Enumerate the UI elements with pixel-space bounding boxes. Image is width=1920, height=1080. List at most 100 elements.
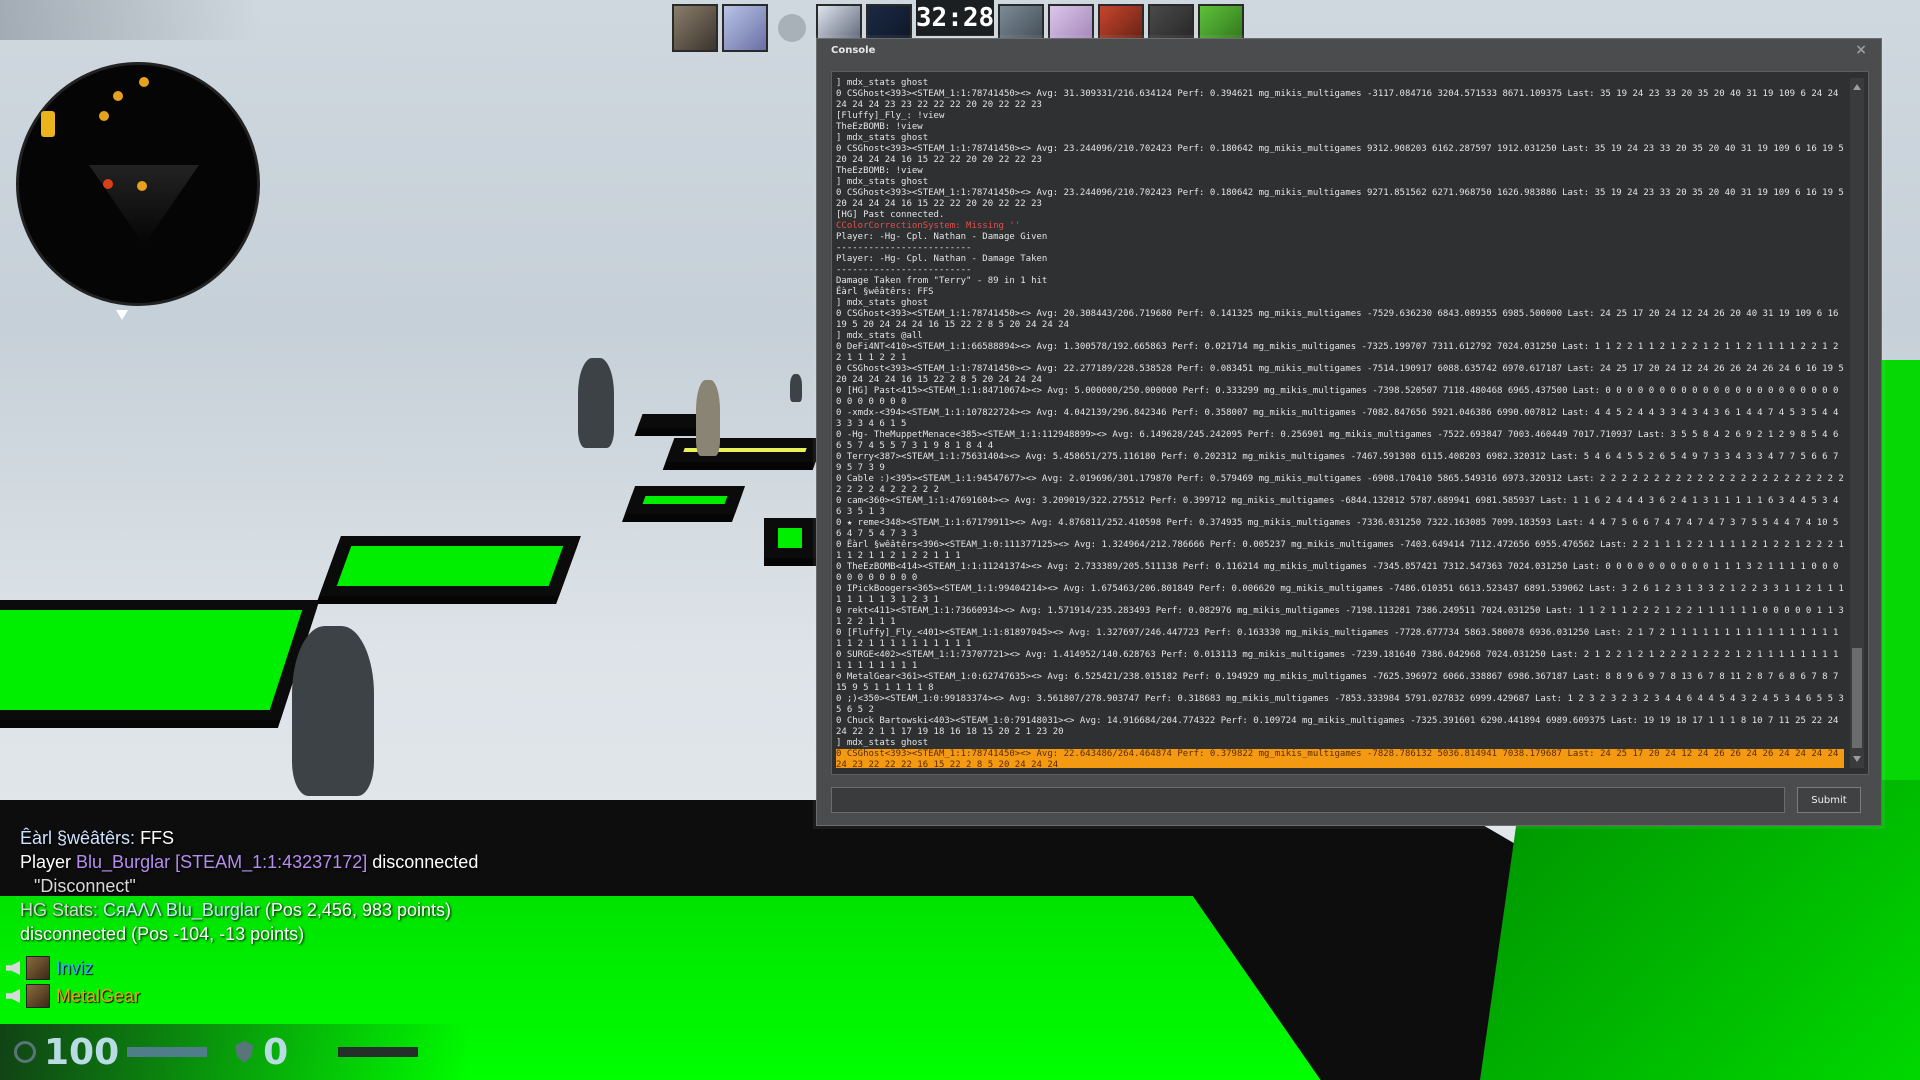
console-log-line: Player: -Hg- Cpl. Nathan - Damage Taken: [836, 254, 1048, 264]
chat-sender: Êàrl §wêâtêrs:: [20, 828, 136, 848]
voice-row: MetalGear: [6, 982, 140, 1010]
console-log-line: 0 Chuck Bartowski<403><STEAM_1:0:7914803…: [836, 716, 1844, 737]
radar-north-icon: [116, 310, 128, 320]
console-log-line: 0 CSGhost<393><STEAM_1:1:78741450><> Avg…: [836, 749, 1844, 768]
console-log-line: 0 [Fluffy]_Fly_<401><STEAM_1:1:81897045>…: [836, 628, 1844, 649]
console-log-line: ] mdx_stats @all: [836, 331, 923, 341]
scroll-up-icon[interactable]: [1853, 84, 1861, 90]
chat-steam-id: [STEAM_1:1:43237172]: [175, 852, 368, 872]
player-model: [696, 380, 720, 456]
radar-enemy-dot: [103, 179, 113, 189]
console-log-lines: ] mdx_stats ghost 0 CSGhost<393><STEAM_1:…: [836, 78, 1844, 768]
chat-message: FFS: [135, 828, 175, 848]
player-avatar: [672, 4, 718, 52]
console-log-line: 0 -xmdx-<394><STEAM_1:1:107822724><> Avg…: [836, 408, 1844, 429]
console-log-line: 0 CSGhost<393><STEAM_1:1:78741450><> Avg…: [836, 364, 1844, 385]
chat-text: HG Stats:: [20, 900, 104, 920]
avatar: [26, 956, 50, 980]
console-log-line: 0 -Hg- TheMuppetMenace<385><STEAM_1:1:11…: [836, 430, 1844, 451]
scroll-thumb[interactable]: [1852, 648, 1862, 748]
chat-line: HG Stats: CяAΛΛ Blu_Burglar (Pos 2,456, …: [20, 898, 580, 922]
console-log-line: 0 Cable :)<395><STEAM_1:1:94547677><> Av…: [836, 474, 1844, 495]
skull-icon: [778, 14, 806, 42]
console-input[interactable]: [831, 787, 1785, 813]
player-model: [578, 358, 614, 448]
chat-text: disconnected: [367, 852, 479, 872]
scroll-down-icon[interactable]: [1853, 756, 1861, 762]
console-log-line: ] mdx_stats ghost: [836, 298, 929, 308]
console-log-line: 0 [HG] Past<415><STEAM_1:1:84710674><> A…: [836, 386, 1844, 407]
health-bar: [127, 1047, 208, 1057]
console-log-line: 0 CSGhost<393><STEAM_1:1:78741450><> Avg…: [836, 144, 1844, 165]
chat-player-name: CяAΛΛ Blu_Burglar: [103, 900, 260, 920]
console-log[interactable]: ] mdx_stats ghost 0 CSGhost<393><STEAM_1:…: [831, 71, 1869, 775]
player-model: [790, 374, 802, 402]
round-timer: 32:28: [916, 0, 994, 36]
console-log-line: TheEzBOMB: !view: [836, 166, 923, 176]
green-wall: [1880, 360, 1920, 780]
armor-icon: [235, 1041, 254, 1063]
console-log-line: TheEzBOMB: !view: [836, 122, 923, 132]
console-log-line: ] mdx_stats ghost: [836, 738, 929, 748]
console-log-line: 0 Terry<387><STEAM_1:1:75631404><> Avg: …: [836, 452, 1844, 473]
radar-view-cone: [89, 165, 199, 245]
health-armor-hud: 100 0: [0, 1024, 470, 1080]
console-log-line: ] mdx_stats ghost: [836, 177, 929, 187]
chat-text: Player: [20, 852, 77, 872]
console-log-line: ] mdx_stats ghost: [836, 78, 929, 88]
console-log-line: 0 MetalGear<361><STEAM_1:0:62747635><> A…: [836, 672, 1844, 693]
chat-text: (Pos 2,456, 983 points): [259, 900, 452, 920]
armor-bar: [338, 1047, 419, 1057]
speaker-icon: [6, 989, 20, 1003]
radar-teammate-dot: [99, 111, 109, 121]
voice-chat-list: Inviz MetalGear: [6, 954, 140, 1010]
console-log-line: 0 CSGhost<393><STEAM_1:1:78741450><> Avg…: [836, 309, 1844, 330]
console-log-line: 0 TheEzBOMB<414><STEAM_1:1:11241374><> A…: [836, 562, 1844, 583]
player-model: [292, 626, 374, 796]
avatar: [26, 984, 50, 1008]
armor-value: 0: [263, 1031, 289, 1073]
top-left-band: [0, 0, 260, 40]
chat-feed: Êàrl §wêâtêrs: FFS Player Blu_Burglar [S…: [20, 826, 580, 946]
console-log-line: 0 CSGhost<393><STEAM_1:1:78741450><> Avg…: [836, 188, 1844, 209]
console-log-line: [HG] Past connected.: [836, 210, 945, 220]
speaker-icon: [6, 961, 20, 975]
console-window[interactable]: Console × ] mdx_stats ghost 0 CSGhost<393…: [816, 38, 1882, 826]
radar-player-dot: [137, 181, 147, 191]
console-log-line: 0 ★ reme<348><STEAM_1:1:67179911><> Avg:…: [836, 518, 1844, 539]
console-log-line: Damage Taken from "Terry" - 89 in 1 hit: [836, 276, 1048, 286]
console-log-line: ] mdx_stats ghost: [836, 133, 929, 143]
console-log-line: 0 IPickBoogers<365><STEAM_1:1:99404214><…: [836, 584, 1844, 605]
radar-teammate-dot: [113, 91, 123, 101]
console-title: Console: [831, 44, 876, 56]
console-log-line: [Fluffy]_Fly_: !view: [836, 111, 945, 121]
health-value: 100: [44, 1031, 120, 1073]
chat-quote: "Disconnect": [34, 876, 136, 896]
radar-minimap: [16, 62, 260, 306]
voice-speaker-name: MetalGear: [56, 985, 141, 1006]
player-avatar: [722, 4, 768, 52]
console-log-line: 0 cam<360><STEAM_1:1:47691604><> Avg: 3.…: [836, 496, 1844, 517]
chat-player-name: Blu_Burglar: [76, 852, 171, 872]
console-log-line: Player: -Hg- Cpl. Nathan - Damage Given: [836, 232, 1048, 242]
voice-speaker-name: Inviz: [56, 957, 94, 978]
chat-line: Player Blu_Burglar [STEAM_1:1:43237172] …: [20, 850, 580, 874]
submit-button[interactable]: Submit: [1797, 787, 1861, 813]
console-log-line: Êàrl §wêâtêrs: FFS: [836, 287, 934, 297]
health-icon: [14, 1041, 36, 1063]
console-log-line: -------------------------: [836, 243, 972, 253]
platform-pad: [0, 600, 320, 720]
platform-pad-yellow: [665, 438, 825, 462]
console-scrollbar[interactable]: [1850, 78, 1864, 768]
console-log-line: 0 CSGhost<393><STEAM_1:1:78741450><> Avg…: [836, 89, 1844, 110]
console-log-line: 0 ;)<350><STEAM_1:0:99183374><> Avg: 3.5…: [836, 694, 1844, 715]
console-log-line: CColorCorrectionSystem: Missing '': [836, 221, 1021, 231]
platform-pad: [764, 518, 816, 558]
console-log-line: 0 rekt<411><STEAM_1:1:73660934><> Avg: 1…: [836, 606, 1844, 627]
bomb-icon: [41, 111, 55, 137]
close-icon[interactable]: ×: [1855, 43, 1867, 57]
radar-teammate-dot: [139, 77, 149, 87]
console-log-line: 0 Êàrl §wêâtêrs<396><STEAM_1:0:111377125…: [836, 540, 1844, 561]
console-log-line: 0 DeFi4NT<410><STEAM_1:1:66588894><> Avg…: [836, 342, 1844, 363]
console-titlebar[interactable]: Console ×: [817, 39, 1881, 61]
